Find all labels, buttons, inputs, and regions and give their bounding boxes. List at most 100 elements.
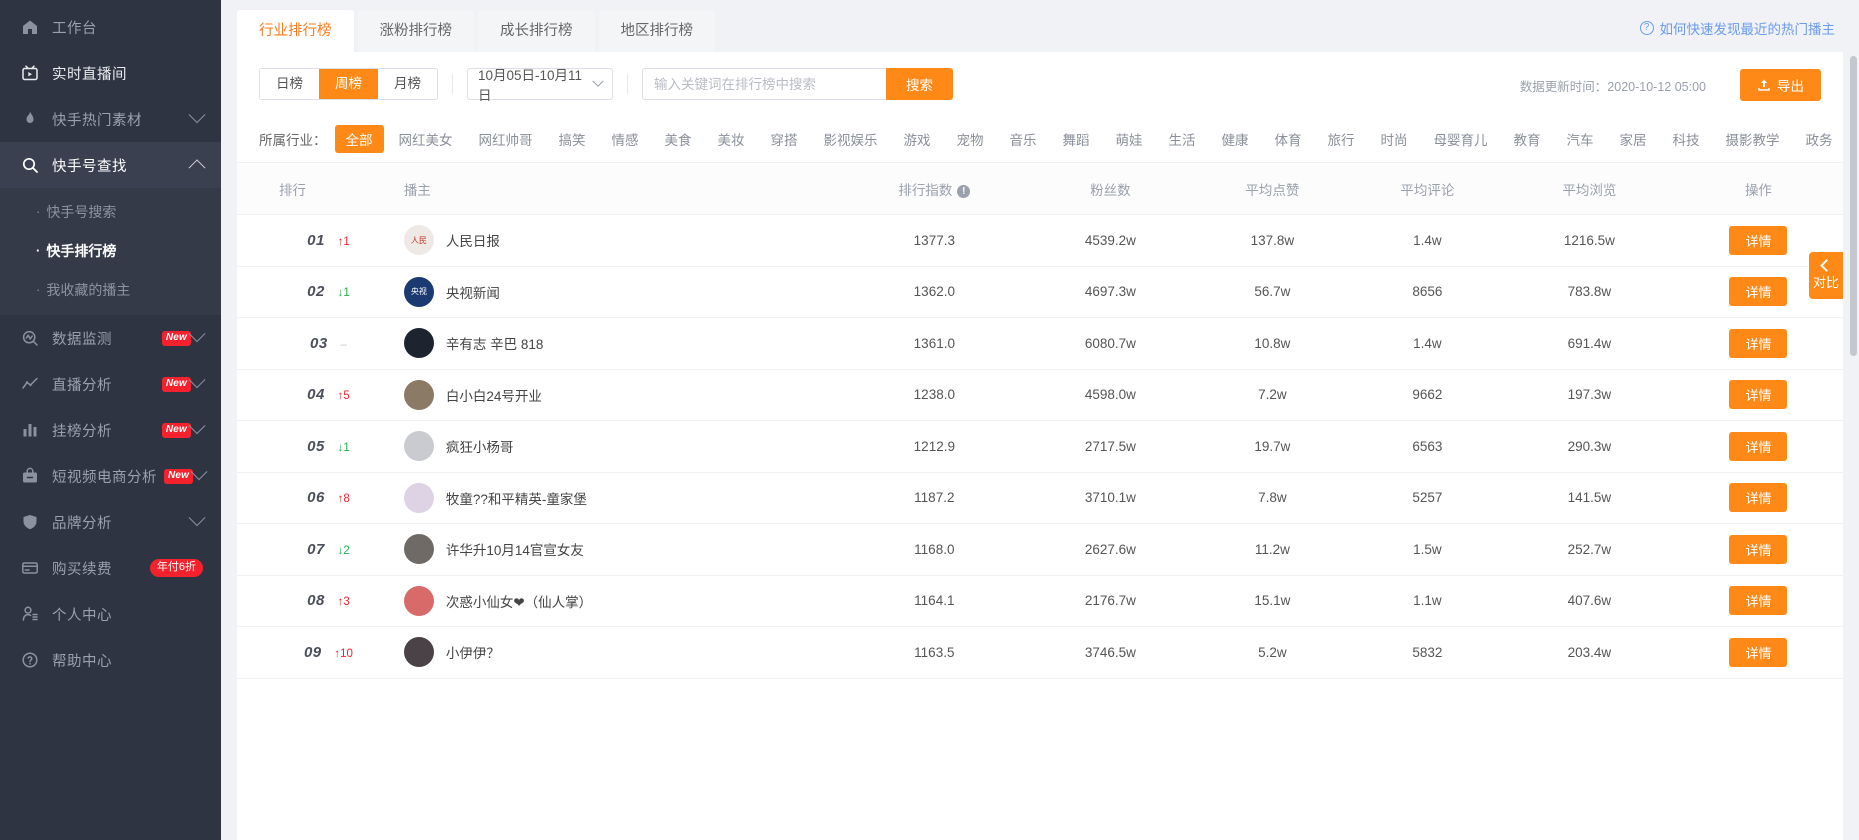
- sidebar-item-purchase-renew[interactable]: 购买续费 年付6折: [0, 545, 221, 591]
- sidebar-item-hot-material[interactable]: 快手热门素材: [0, 96, 221, 142]
- industry-tag-0[interactable]: 全部: [334, 125, 384, 153]
- table-row[interactable]: 02 ↓1 央视 央视新闻 1362.0 4697.3w 56.7w 8656 …: [237, 266, 1843, 318]
- col-header-avg-comment[interactable]: 平均评论: [1349, 162, 1505, 215]
- period-option-0[interactable]: 日榜: [260, 69, 319, 99]
- industry-tag-1[interactable]: 网红美女: [388, 125, 464, 153]
- avatar[interactable]: [403, 379, 434, 410]
- industry-tag-12[interactable]: 舞蹈: [1052, 125, 1101, 153]
- avatar[interactable]: [403, 585, 434, 616]
- help-link[interactable]: ? 如何快速发现最近的热门播主: [1639, 18, 1835, 38]
- table-row[interactable]: 08 ↑3 次惑小仙女❤（仙人掌） 1164.1 2176.7w 15.1w 1…: [237, 575, 1843, 627]
- export-button[interactable]: 导出: [1740, 69, 1821, 101]
- col-header-fans[interactable]: 粉丝数: [1025, 162, 1195, 215]
- industry-tag-9[interactable]: 游戏: [893, 125, 942, 153]
- industry-tag-10[interactable]: 宠物: [946, 125, 995, 153]
- host-name[interactable]: 人民日报: [446, 230, 500, 250]
- industry-tag-11[interactable]: 音乐: [999, 125, 1048, 153]
- table-row[interactable]: 04 ↑5 白小白24号开业 1238.0 4598.0w 7.2w 9662 …: [237, 369, 1843, 421]
- sidebar-item-video-ecom[interactable]: 短视频电商分析 New: [0, 453, 221, 499]
- host-name[interactable]: 疯狂小杨哥: [446, 436, 514, 456]
- sidebar-item-live-room[interactable]: 实时直播间: [0, 50, 221, 96]
- industry-tag-13[interactable]: 萌娃: [1105, 125, 1154, 153]
- detail-button[interactable]: 详情: [1729, 637, 1788, 667]
- avatar[interactable]: 人民: [403, 225, 434, 256]
- industry-tag-2[interactable]: 网红帅哥: [468, 125, 544, 153]
- sidebar-item-brand-analysis[interactable]: 品牌分析: [0, 499, 221, 545]
- col-header-index[interactable]: 排行指数!: [842, 162, 1026, 215]
- avatar[interactable]: [403, 328, 434, 359]
- table-row[interactable]: 06 ↑8 牧童??和平精英-童家堡 1187.2 3710.1w 7.8w 5…: [237, 472, 1843, 524]
- detail-button[interactable]: 详情: [1729, 225, 1788, 255]
- detail-button[interactable]: 详情: [1729, 534, 1788, 564]
- detail-button[interactable]: 详情: [1729, 277, 1788, 307]
- tab-2[interactable]: 成长排行榜: [478, 10, 595, 52]
- table-row[interactable]: 01 ↑1 人民 人民日报 1377.3 4539.2w 137.8w 1.4w…: [237, 214, 1843, 267]
- sidebar-item-workbench[interactable]: 工作台: [0, 4, 221, 50]
- col-header-rank[interactable]: 排行: [237, 162, 378, 215]
- detail-button[interactable]: 详情: [1729, 431, 1788, 461]
- sidebar-subitem-my-favorites[interactable]: · 我收藏的播主: [0, 270, 221, 309]
- detail-button[interactable]: 详情: [1729, 586, 1788, 616]
- industry-tag-16[interactable]: 体育: [1264, 125, 1313, 153]
- compare-drawer-handle[interactable]: 对比: [1809, 252, 1843, 299]
- avatar[interactable]: [403, 482, 434, 513]
- tab-0[interactable]: 行业排行榜: [237, 10, 354, 52]
- industry-tag-18[interactable]: 时尚: [1370, 125, 1419, 153]
- host-name[interactable]: 小伊伊？: [446, 642, 500, 662]
- industry-tag-8[interactable]: 影视娱乐: [813, 125, 889, 153]
- sidebar-item-live-analysis[interactable]: 直播分析 New: [0, 361, 221, 407]
- detail-button[interactable]: 详情: [1729, 328, 1788, 358]
- industry-tag-21[interactable]: 汽车: [1556, 125, 1605, 153]
- sidebar-subitem-account-rank[interactable]: · 快手排行榜: [0, 231, 221, 270]
- industry-tag-7[interactable]: 穿搭: [760, 125, 809, 153]
- industry-tag-22[interactable]: 家居: [1609, 125, 1658, 153]
- industry-tag-23[interactable]: 科技: [1662, 125, 1711, 153]
- period-segmented-control[interactable]: 日榜 周榜 月榜: [259, 68, 438, 100]
- sidebar-item-board-analysis[interactable]: 挂榜分析 New: [0, 407, 221, 453]
- detail-button[interactable]: 详情: [1729, 483, 1788, 513]
- host-name[interactable]: 白小白24号开业: [446, 385, 542, 405]
- industry-tag-4[interactable]: 情感: [601, 125, 650, 153]
- industry-tag-25[interactable]: 政务: [1795, 125, 1844, 153]
- host-name[interactable]: 辛有志 辛巴 818: [446, 333, 544, 353]
- page-scrollbar[interactable]: [1850, 56, 1857, 356]
- industry-tag-17[interactable]: 旅行: [1317, 125, 1366, 153]
- industry-tag-24[interactable]: 摄影教学: [1715, 125, 1791, 153]
- date-range-picker[interactable]: 10月05日-10月11日: [467, 68, 613, 103]
- host-name[interactable]: 许华升10月14官宣女友: [446, 539, 584, 559]
- info-icon[interactable]: !: [957, 184, 971, 198]
- industry-tag-5[interactable]: 美食: [654, 125, 703, 153]
- table-row[interactable]: 03 – 辛有志 辛巴 818 1361.0 6080.7w 10.8w 1.4…: [237, 317, 1843, 370]
- host-name[interactable]: 牧童??和平精英-童家堡: [446, 488, 587, 508]
- avatar[interactable]: [403, 534, 434, 565]
- table-row[interactable]: 05 ↓1 疯狂小杨哥 1212.9 2717.5w 19.7w 6563 29…: [237, 420, 1843, 473]
- search-button[interactable]: 搜索: [886, 68, 953, 100]
- industry-tag-14[interactable]: 生活: [1158, 125, 1207, 153]
- search-input[interactable]: [642, 68, 886, 100]
- industry-tag-20[interactable]: 教育: [1503, 125, 1552, 153]
- industry-tag-6[interactable]: 美妆: [707, 125, 756, 153]
- tab-3[interactable]: 地区排行榜: [598, 10, 715, 52]
- col-header-avg-view[interactable]: 平均浏览: [1504, 162, 1674, 215]
- period-option-2[interactable]: 月榜: [378, 69, 437, 99]
- sidebar-subitem-account-search[interactable]: · 快手号搜索: [0, 192, 221, 231]
- host-name[interactable]: 央视新闻: [446, 282, 500, 302]
- col-header-host[interactable]: 播主: [377, 162, 843, 215]
- col-header-avg-like[interactable]: 平均点赞: [1194, 162, 1350, 215]
- period-option-1[interactable]: 周榜: [319, 69, 378, 99]
- industry-tag-19[interactable]: 母婴育儿: [1423, 125, 1499, 153]
- detail-button[interactable]: 详情: [1729, 380, 1788, 410]
- sidebar-item-data-monitor[interactable]: 数据监测 New: [0, 315, 221, 361]
- host-name[interactable]: 次惑小仙女❤（仙人掌）: [446, 591, 592, 611]
- sidebar-item-help-center[interactable]: 帮助中心: [0, 637, 221, 683]
- table-row[interactable]: 09 ↑10 小伊伊？ 1163.5 3746.5w 5.2w 5832 203…: [237, 626, 1843, 679]
- sidebar-item-personal-center[interactable]: 个人中心: [0, 591, 221, 637]
- industry-tag-3[interactable]: 搞笑: [548, 125, 597, 153]
- avatar[interactable]: [403, 637, 434, 668]
- table-row[interactable]: 07 ↓2 许华升10月14官宣女友 1168.0 2627.6w 11.2w …: [237, 523, 1843, 576]
- tab-1[interactable]: 涨粉排行榜: [357, 10, 474, 52]
- avatar[interactable]: [403, 431, 434, 462]
- sidebar-item-account-find[interactable]: 快手号查找: [0, 142, 221, 188]
- industry-tag-15[interactable]: 健康: [1211, 125, 1260, 153]
- avatar[interactable]: 央视: [403, 276, 434, 307]
